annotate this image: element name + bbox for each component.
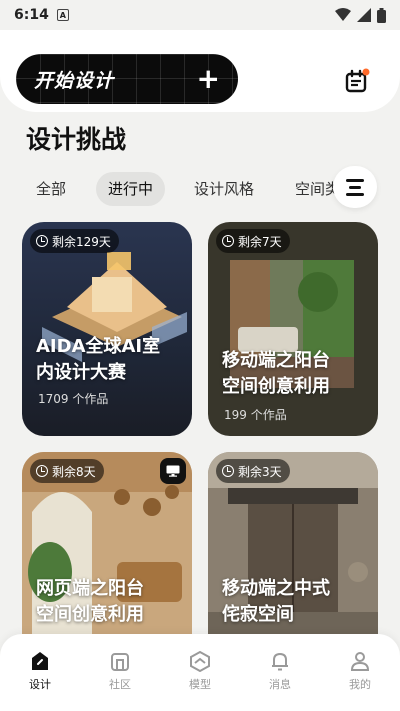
status-time: 6:14: [14, 7, 49, 23]
bell-icon: [272, 652, 288, 671]
days-remaining-text: 剩余129天: [52, 234, 111, 249]
filter-menu-button[interactable]: [333, 166, 377, 208]
card-image-balcony: [208, 222, 378, 436]
card-title-line: 内设计大赛: [36, 362, 126, 383]
days-remaining-badge: 剩余3天: [216, 459, 290, 483]
design-icon: [32, 652, 48, 670]
plus-icon: +: [196, 62, 220, 95]
days-remaining-badge: 剩余129天: [30, 229, 119, 253]
tab-in-progress[interactable]: 进行中: [96, 172, 166, 206]
status-icons: [335, 7, 386, 23]
card-title-line: 空间创意利用: [222, 376, 330, 397]
calendar-notification-icon[interactable]: [344, 68, 370, 94]
community-icon: [111, 653, 129, 671]
days-remaining-badge: 剩余8天: [30, 459, 104, 483]
nav-label: 模型: [189, 678, 211, 691]
profile-icon: [350, 652, 370, 671]
card-title: 网页端之阳台 空间创意利用: [36, 576, 144, 628]
wifi-icon: [335, 8, 351, 21]
nav-item-community[interactable]: 社区: [90, 650, 150, 692]
card-title: AIDA全球AI室 内设计大赛: [36, 334, 160, 386]
challenge-card[interactable]: 剩余8天 网页端之阳台 空间创意利用: [22, 452, 192, 634]
nav-item-design[interactable]: 设计: [10, 650, 70, 692]
challenge-card[interactable]: 剩余3天 移动端之中式 侘寂空间: [208, 452, 378, 634]
nav-label: 消息: [269, 678, 291, 691]
card-title: 移动端之中式 侘寂空间: [222, 576, 330, 628]
days-remaining-badge: 剩余7天: [216, 229, 290, 253]
start-design-label: 开始设计: [34, 69, 115, 92]
menu-line-icon: [346, 192, 364, 196]
card-title-line: 网页端之阳台: [36, 578, 144, 599]
card-title-line: 侘寂空间: [222, 604, 294, 625]
days-remaining-text: 剩余7天: [238, 234, 282, 249]
nav-label: 社区: [109, 678, 131, 691]
monitor-icon: [160, 458, 186, 484]
app-notification-icon: A: [56, 9, 69, 21]
status-bar: 6:14 A: [0, 0, 400, 30]
clock-icon: [36, 465, 48, 477]
challenge-card[interactable]: 剩余7天 移动端之阳台 空间创意利用 199 个作品: [208, 222, 378, 436]
clock-icon: [222, 235, 234, 247]
challenge-card[interactable]: 剩余129天 AIDA全球AI室 内设计大赛 1709 个作品: [22, 222, 192, 436]
menu-line-icon: [349, 185, 361, 189]
card-title: 移动端之阳台 空间创意利用: [222, 348, 330, 400]
nav-label: 我的: [349, 678, 371, 691]
battery-icon: [377, 7, 386, 23]
tab-design-style[interactable]: 设计风格: [182, 172, 266, 206]
start-design-button[interactable]: 开始设计 +: [16, 54, 238, 104]
clock-icon: [36, 235, 48, 247]
days-remaining-text: 剩余3天: [238, 464, 282, 479]
work-count: 1709 个作品: [38, 392, 109, 406]
clock-icon: [222, 465, 234, 477]
section-title: 设计挑战: [26, 125, 127, 154]
menu-line-icon: [346, 178, 364, 182]
signal-icon: [357, 8, 371, 22]
bottom-navigation: 设计 社区 模型 消息 我的: [0, 634, 400, 711]
nav-item-model[interactable]: 模型: [170, 650, 230, 692]
model-icon: [190, 650, 210, 672]
card-title-line: 移动端之阳台: [222, 350, 330, 371]
card-title-line: 移动端之中式: [222, 578, 330, 599]
days-remaining-text: 剩余8天: [52, 464, 96, 479]
nav-item-profile[interactable]: 我的: [330, 650, 390, 692]
work-count: 199 个作品: [224, 408, 287, 422]
tab-all[interactable]: 全部: [24, 172, 78, 206]
card-title-line: 空间创意利用: [36, 604, 144, 625]
card-title-line: AIDA全球AI室: [36, 336, 161, 357]
nav-label: 设计: [29, 678, 51, 691]
nav-item-messages[interactable]: 消息: [250, 650, 310, 692]
